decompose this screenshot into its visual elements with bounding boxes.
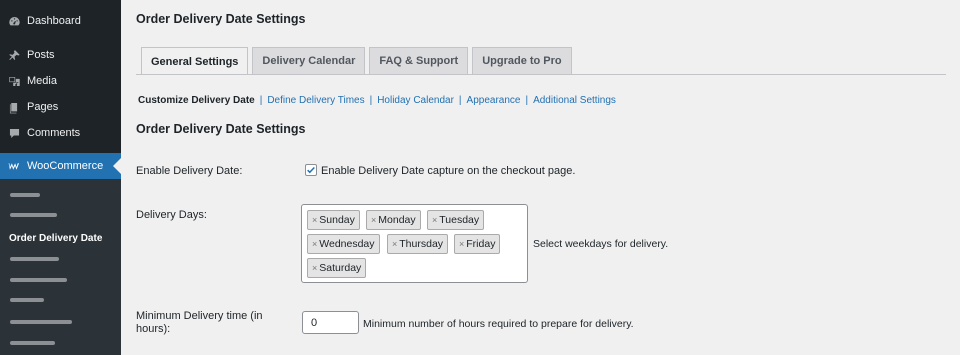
- submenu-item-order-delivery-date[interactable]: Order Delivery Date: [9, 233, 102, 244]
- sidebar-item-label: Media: [27, 75, 57, 87]
- tab-delivery-calendar[interactable]: Delivery Calendar: [252, 47, 366, 74]
- enable-delivery-label: Enable Delivery Date:: [136, 165, 243, 177]
- dashboard-icon: [7, 14, 21, 28]
- chip-label: Sunday: [319, 214, 355, 226]
- chip-friday[interactable]: × Friday: [454, 234, 501, 254]
- subnav-current: Customize Delivery Date: [138, 95, 255, 106]
- section-title: Order Delivery Date Settings: [136, 122, 306, 136]
- media-icon: [7, 74, 21, 88]
- subnav-link-define-delivery-times[interactable]: Define Delivery Times: [267, 95, 364, 106]
- active-menu-arrow: [113, 158, 121, 174]
- subnav-separator: |: [259, 95, 263, 106]
- submenu-item-placeholder[interactable]: [10, 298, 44, 302]
- min-delivery-description: Minimum number of hours required to prep…: [363, 318, 634, 330]
- enable-delivery-description: Enable Delivery Date capture on the chec…: [321, 165, 576, 177]
- chip-sunday[interactable]: × Sunday: [307, 210, 360, 230]
- delivery-days-label: Delivery Days:: [136, 209, 207, 221]
- sidebar-item-label: Comments: [27, 127, 81, 139]
- page-title: Order Delivery Date Settings: [136, 12, 306, 26]
- chip-saturday[interactable]: × Saturday: [307, 258, 367, 278]
- sidebar-item-label: Posts: [27, 49, 55, 61]
- remove-chip-icon[interactable]: ×: [459, 239, 464, 249]
- chip-label: Thursday: [399, 238, 444, 250]
- submenu-item-placeholder[interactable]: [10, 193, 40, 197]
- submenu-item-placeholder[interactable]: [10, 257, 59, 261]
- chip-label: Wednesday: [319, 238, 375, 250]
- chip-label: Saturday: [319, 262, 362, 274]
- min-delivery-label-line1: Minimum Delivery time (in: [136, 310, 263, 322]
- tab-general-settings[interactable]: General Settings: [141, 47, 249, 75]
- sidebar-item-posts[interactable]: Posts: [0, 42, 121, 68]
- remove-chip-icon[interactable]: ×: [371, 215, 376, 225]
- remove-chip-icon[interactable]: ×: [312, 263, 317, 273]
- comment-icon: [7, 126, 21, 140]
- pages-icon: [7, 100, 21, 114]
- remove-chip-icon[interactable]: ×: [312, 215, 317, 225]
- checkmark-icon: [307, 166, 315, 174]
- min-delivery-hours-input[interactable]: 0: [302, 311, 359, 334]
- submenu-item-placeholder[interactable]: [10, 213, 57, 217]
- submenu-item-placeholder[interactable]: [10, 320, 72, 324]
- subnav-separator: |: [525, 95, 529, 106]
- settings-subnav: Customize Delivery Date | Define Deliver…: [138, 95, 616, 106]
- sidebar-item-media[interactable]: Media: [0, 68, 121, 94]
- sidebar-item-dashboard[interactable]: Dashboard: [0, 8, 121, 34]
- remove-chip-icon[interactable]: ×: [392, 239, 397, 249]
- tab-faq-support[interactable]: FAQ & Support: [369, 47, 469, 74]
- chip-label: Tuesday: [439, 214, 480, 226]
- woocommerce-submenu: [0, 179, 121, 355]
- chip-tuesday[interactable]: × Tuesday: [427, 210, 485, 230]
- subnav-link-holiday-calendar[interactable]: Holiday Calendar: [377, 95, 454, 106]
- sidebar-item-label: Dashboard: [27, 15, 81, 27]
- chip-monday[interactable]: × Monday: [366, 210, 421, 230]
- chip-thursday[interactable]: × Thursday: [387, 234, 449, 254]
- chip-label: Friday: [466, 238, 496, 250]
- settings-tabs: General Settings Delivery Calendar FAQ &…: [141, 47, 576, 75]
- subnav-separator: |: [369, 95, 373, 106]
- sidebar-item-comments[interactable]: Comments: [0, 120, 121, 146]
- submenu-item-placeholder[interactable]: [10, 278, 67, 282]
- tab-upgrade-to-pro[interactable]: Upgrade to Pro: [472, 47, 572, 74]
- chip-label: Monday: [378, 214, 416, 226]
- subnav-link-appearance[interactable]: Appearance: [467, 95, 521, 106]
- sidebar-item-label: Pages: [27, 101, 59, 113]
- enable-delivery-checkbox[interactable]: [305, 164, 317, 176]
- subnav-separator: |: [458, 95, 462, 106]
- admin-sidebar: Dashboard Posts Media Pages Comments Woo…: [0, 0, 121, 355]
- chip-wednesday[interactable]: × Wednesday: [307, 234, 380, 254]
- remove-chip-icon[interactable]: ×: [312, 239, 317, 249]
- delivery-days-multiselect[interactable]: × Sunday × Monday × Tuesday × Wednesday × Thu…: [301, 204, 528, 283]
- sidebar-item-label: WooCommerce: [27, 160, 104, 172]
- sidebar-item-pages[interactable]: Pages: [0, 94, 121, 120]
- main-content: Order Delivery Date Settings General Set…: [121, 0, 960, 355]
- min-delivery-label-line2: hours):: [136, 323, 171, 335]
- delivery-days-description: Select weekdays for delivery.: [533, 238, 669, 250]
- pin-icon: [7, 48, 21, 62]
- sidebar-item-woocommerce[interactable]: WooCommerce: [0, 153, 121, 179]
- subnav-link-additional-settings[interactable]: Additional Settings: [533, 95, 616, 106]
- woocommerce-icon: [7, 159, 21, 173]
- tabs-divider: [136, 74, 946, 75]
- remove-chip-icon[interactable]: ×: [432, 215, 437, 225]
- submenu-item-placeholder[interactable]: [10, 341, 55, 345]
